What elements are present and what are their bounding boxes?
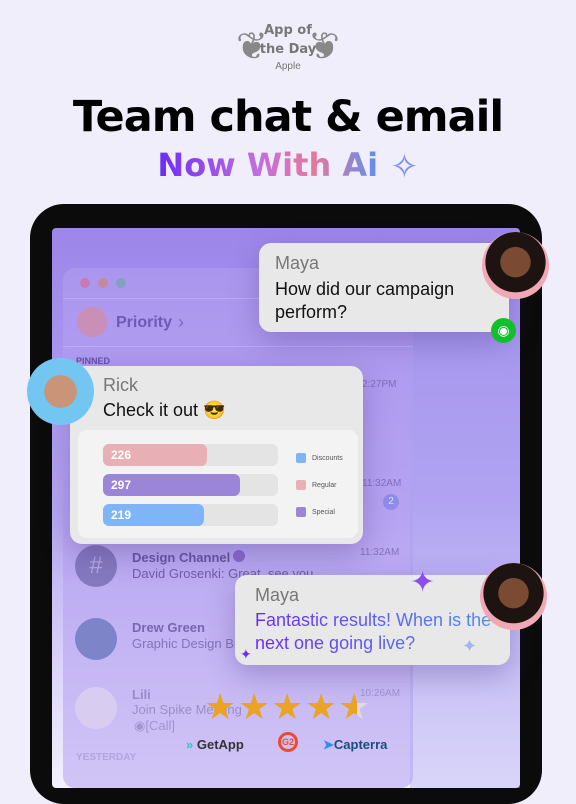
lili-avatar — [75, 687, 117, 729]
time-label: 2:27PM — [362, 379, 397, 390]
getapp-logo: » GetApp — [186, 737, 244, 752]
message-text: Check it out 😎 — [103, 400, 226, 420]
capterra-arrow-icon: ➤ — [323, 737, 334, 752]
sparkle-icon: ✦ — [240, 646, 252, 662]
call-tag: ◉[Call] — [134, 718, 175, 734]
conversation-time: 11:32AM — [360, 547, 400, 558]
close-dot[interactable] — [80, 278, 90, 288]
rick-avatar — [27, 358, 94, 425]
sparkle-icon: ✦ — [462, 636, 478, 656]
time-label: 11:32AM — [362, 478, 402, 489]
bar-1: 297 — [103, 474, 240, 496]
conversation-title[interactable]: Lili — [132, 687, 151, 702]
channel-hash-icon: # — [75, 545, 117, 587]
minimize-dot[interactable] — [98, 278, 108, 288]
maximize-dot[interactable] — [116, 278, 126, 288]
message-text: How did our campaign perform? — [275, 279, 455, 322]
capterra-text: Capterra — [333, 737, 388, 752]
eye-icon: ◉ — [134, 718, 146, 733]
legend-label: Special — [312, 508, 335, 516]
crystal-ball-icon — [233, 550, 245, 562]
getapp-chevrons-icon: » — [186, 737, 194, 752]
sender-name: Maya — [275, 253, 320, 273]
priority-header[interactable]: Priority — [116, 314, 172, 332]
sparkle-icon: ✧ — [390, 147, 419, 187]
legend-item: Regular — [296, 480, 337, 491]
capterra-logo: ➤Capterra — [323, 737, 387, 753]
getapp-text: GetApp — [196, 737, 244, 752]
chevron-right-icon[interactable]: › — [178, 312, 184, 333]
conversation-preview: Graphic Design Br — [132, 636, 239, 651]
g2-text: G2 — [281, 737, 294, 747]
subheadline: Now With Ai ✧ — [0, 146, 576, 187]
maya-avatar — [480, 563, 547, 630]
legend-label: Discounts — [312, 454, 343, 462]
unread-badge: 2 — [383, 494, 399, 510]
right-pane — [410, 268, 520, 788]
legend-swatch — [296, 453, 306, 463]
yesterday-label: YESTERDAY — [76, 752, 137, 763]
headline: Team chat & email — [72, 92, 504, 142]
bar-track: 226 — [103, 444, 278, 466]
legend-item: Special — [296, 507, 335, 518]
sender-name: Maya — [255, 585, 300, 605]
message-text: Fantastic results! When is the next one … — [255, 609, 495, 655]
priority-avatar — [77, 307, 107, 337]
laurel-right-icon: ❦ — [308, 26, 340, 68]
bar-0: 226 — [103, 444, 208, 466]
campaign-bar-chart: 226 297 219 Discounts Regular Special — [78, 430, 358, 538]
sender-name: Rick — [103, 375, 138, 395]
star-icon: ★ — [271, 686, 304, 727]
half-star-icon: ★ — [338, 686, 371, 727]
legend-label: Regular — [312, 481, 337, 489]
bar-2: 219 — [103, 504, 204, 526]
star-icon: ★ — [305, 686, 338, 727]
eye-icon[interactable]: ◉ — [491, 318, 516, 343]
star-icon: ★ — [238, 686, 271, 727]
conversation-title[interactable]: Design Channel — [132, 550, 230, 565]
call-text: [Call] — [145, 718, 175, 733]
legend-swatch — [296, 507, 306, 517]
conversation-title[interactable]: Drew Green — [132, 620, 205, 635]
bar-track: 219 — [103, 504, 278, 526]
app-of-the-day-award: ❦ ❦ App of the Day Apple — [236, 20, 340, 78]
g2-logo: G2 — [278, 732, 298, 752]
legend-swatch — [296, 480, 306, 490]
star-icon: ★ — [204, 686, 237, 727]
legend-item: Discounts — [296, 453, 343, 464]
bar-track: 297 — [103, 474, 278, 496]
drew-avatar — [75, 618, 117, 660]
laurel-left-icon: ❦ — [236, 26, 268, 68]
sparkle-icon: ✦ — [410, 566, 436, 599]
maya-message-bubble: Maya How did our campaign perform? — [259, 243, 509, 332]
subheadline-text: Now With Ai — [157, 146, 379, 184]
maya-avatar — [482, 232, 549, 299]
